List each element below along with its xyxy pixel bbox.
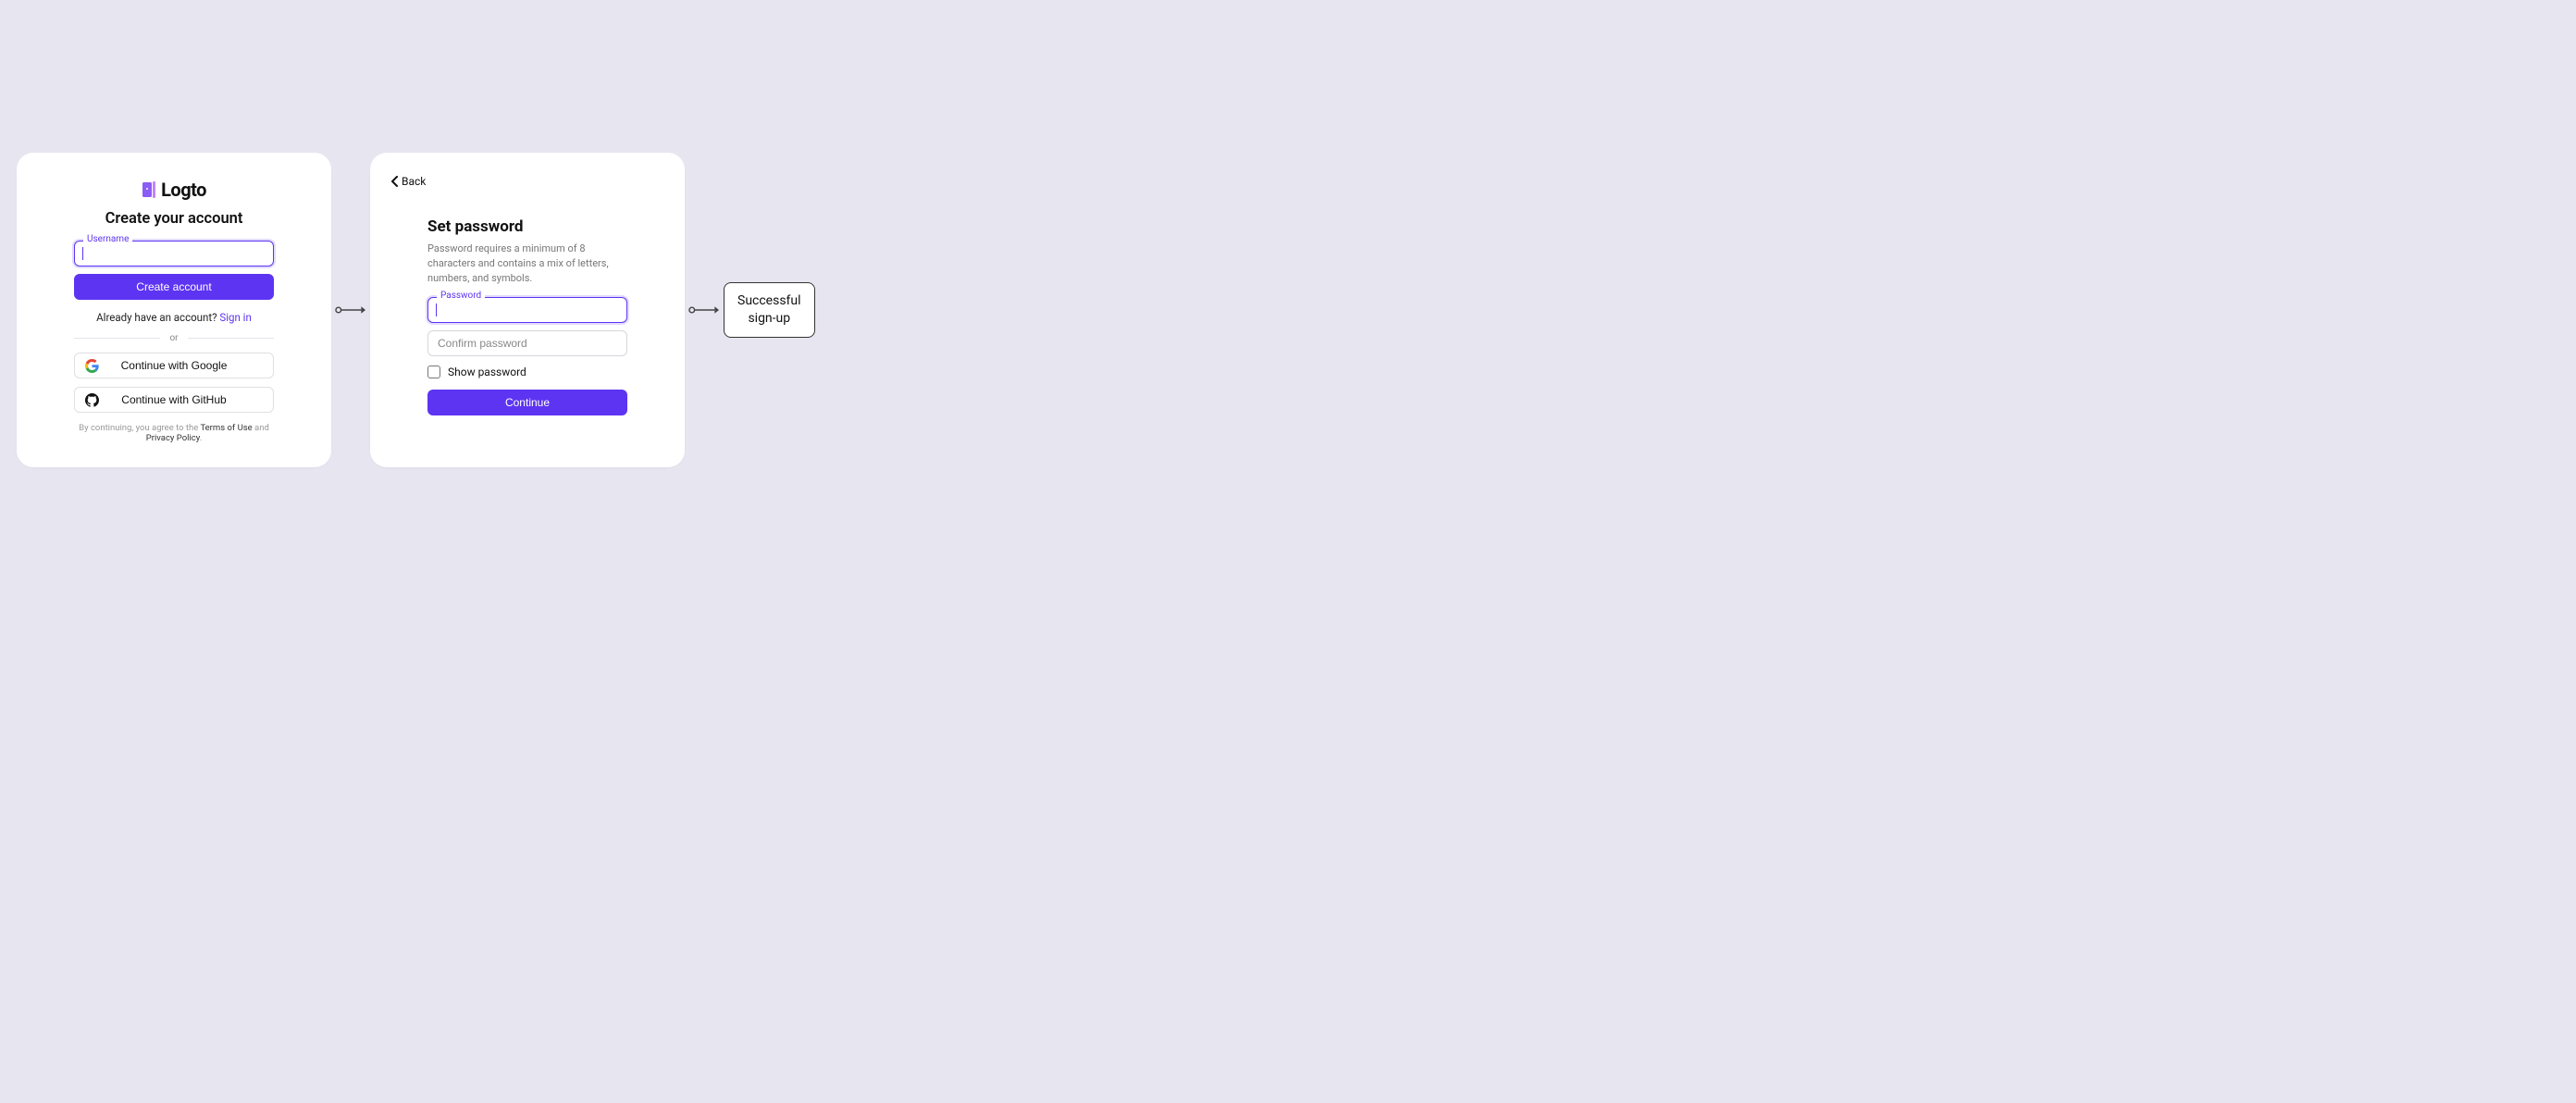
text-caret bbox=[82, 247, 83, 260]
checkbox-icon[interactable] bbox=[427, 366, 440, 378]
text-caret bbox=[436, 304, 437, 316]
privacy-link[interactable]: Privacy Policy bbox=[146, 433, 200, 443]
set-password-card: Back Set password Password requires a mi… bbox=[370, 153, 685, 467]
signin-prompt: Already have an account? Sign in bbox=[96, 311, 252, 324]
password-label: Password bbox=[437, 291, 485, 301]
confirm-password-input[interactable] bbox=[427, 330, 627, 356]
signin-link[interactable]: Sign in bbox=[219, 311, 251, 324]
continue-google-button[interactable]: Continue with Google bbox=[74, 353, 274, 378]
password-field[interactable]: Password bbox=[427, 297, 627, 323]
username-field[interactable]: Username bbox=[74, 241, 274, 266]
back-button[interactable]: Back bbox=[390, 175, 426, 188]
github-icon bbox=[84, 392, 99, 407]
legal-text: By continuing, you agree to the Terms of… bbox=[74, 423, 274, 443]
page-title: Create your account bbox=[105, 210, 243, 228]
terms-link[interactable]: Terms of Use bbox=[200, 423, 252, 433]
logto-logo-icon bbox=[142, 180, 158, 199]
chevron-left-icon bbox=[390, 176, 400, 187]
continue-button[interactable]: Continue bbox=[427, 390, 627, 415]
brand-name: Logto bbox=[161, 179, 206, 201]
username-label: Username bbox=[83, 234, 132, 244]
set-password-title: Set password bbox=[427, 217, 627, 236]
google-icon bbox=[84, 358, 99, 373]
flow-arrow-icon bbox=[688, 304, 720, 316]
create-account-card: Logto Create your account Username Creat… bbox=[17, 153, 331, 467]
username-input[interactable] bbox=[74, 241, 274, 266]
brand-logo: Logto bbox=[142, 179, 206, 201]
show-password-toggle[interactable]: Show password bbox=[427, 366, 627, 378]
success-result: Successful sign-up bbox=[724, 282, 815, 338]
divider: or bbox=[74, 333, 274, 343]
flow-arrow-icon bbox=[335, 304, 366, 316]
password-input[interactable] bbox=[427, 297, 627, 323]
password-requirements: Password requires a minimum of 8 charact… bbox=[427, 242, 627, 286]
create-account-button[interactable]: Create account bbox=[74, 274, 274, 300]
continue-github-button[interactable]: Continue with GitHub bbox=[74, 387, 274, 413]
